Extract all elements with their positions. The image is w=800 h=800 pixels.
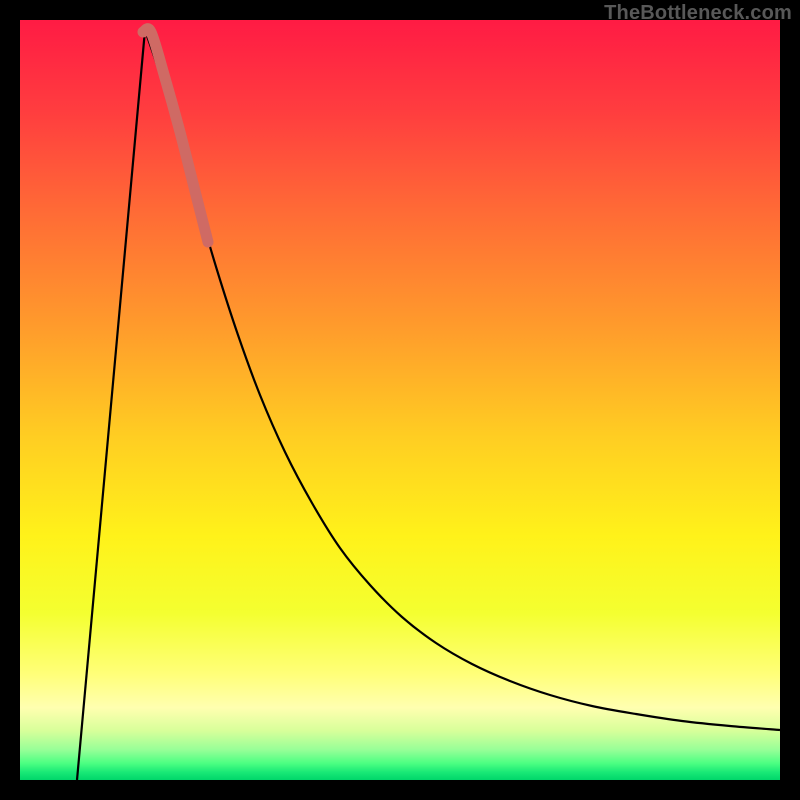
chart-frame: TheBottleneck.com — [0, 0, 800, 800]
series-left-line — [77, 30, 145, 780]
series-right-curve — [145, 30, 780, 730]
series-accent-segment — [143, 29, 208, 242]
plot-area — [20, 20, 780, 780]
watermark-text: TheBottleneck.com — [604, 2, 792, 25]
curve-layer — [20, 20, 780, 780]
